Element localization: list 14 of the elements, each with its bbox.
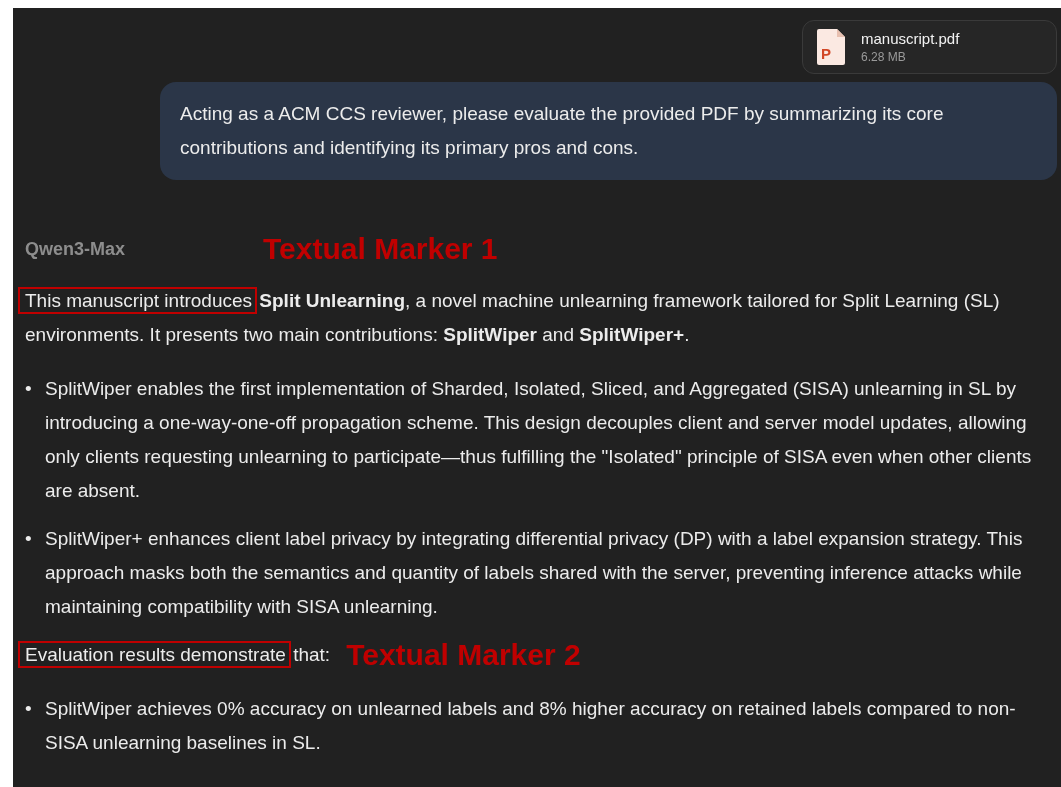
model-name: Qwen3-Max [25, 238, 127, 261]
annotation-label: Textual Marker 1 [263, 232, 498, 266]
attachment-card[interactable]: P manuscript.pdf 6.28 MB [802, 20, 1057, 74]
file-size: 6.28 MB [861, 49, 907, 65]
bullet: • [25, 527, 33, 551]
file-name: manuscript.pdf [861, 29, 960, 49]
list-item-text: SplitWiper enables the first implementation of Sharded, Isolated, Sliced, and Aggregated (SISA) unlearning in SL by introducing a one-way-one-off propagation scheme. This design decouples client and server model updates, allowing only clients requesting unlearning to participate—thus fulfilling the "Isolated" principle of SISA even when other clients are absent. [45, 377, 1033, 503]
presentation-file-icon: P [817, 29, 845, 65]
list-item-text: SplitWiper+ enhances client label privacy by integrating differential privacy (DP) with a label expansion strategy. This approach masks both the semantics and quantity of labels shared with the server, preventing inference attacks while maintaining compatibility with SISA unlearning. [45, 527, 1024, 619]
user-message: Acting as a ACM CCS reviewer, please evaluate the provided PDF by summarizing its core contributions and identifying its primary pros and cons. [160, 82, 1057, 180]
list-item-text: SplitWiper achieves 0% accuracy on unlearned labels and 8% higher accuracy on retained labels compared to non-SISA unlearning baselines in SL. [45, 697, 1017, 755]
bullet: • [25, 697, 33, 721]
annotation-label: Textual Marker 2 [346, 638, 581, 672]
bullet: • [25, 377, 33, 401]
